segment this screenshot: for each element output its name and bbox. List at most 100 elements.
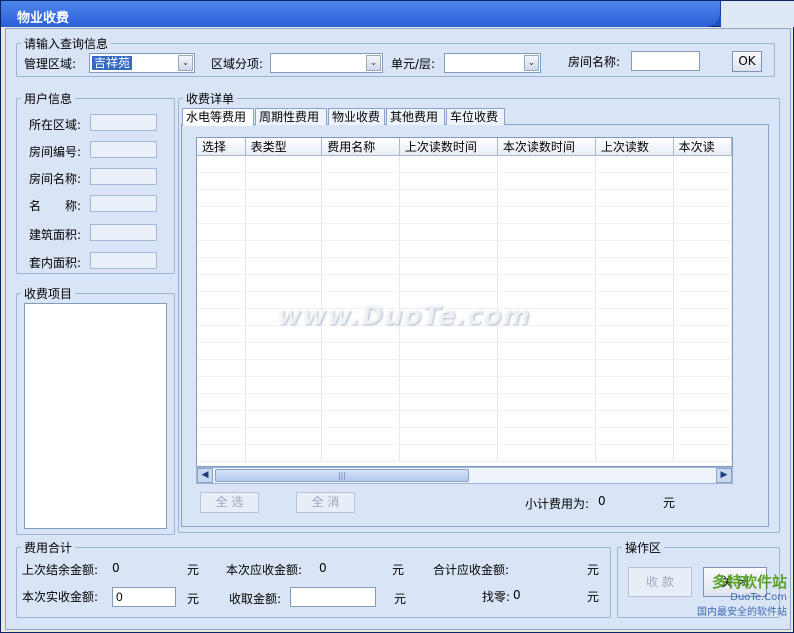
table-cell[interactable] — [245, 172, 323, 190]
chevron-down-icon[interactable]: ⌄ — [366, 55, 381, 71]
table-cell[interactable] — [595, 155, 674, 173]
unit-select[interactable]: ⌄ — [444, 53, 541, 73]
table-row[interactable] — [197, 172, 732, 190]
table-row[interactable] — [197, 240, 732, 258]
column-header[interactable]: 费用名称 — [321, 138, 400, 156]
table-cell[interactable] — [595, 376, 674, 394]
table-cell[interactable] — [497, 274, 596, 292]
table-cell[interactable] — [321, 223, 400, 241]
tab-property[interactable]: 物业收费 — [328, 108, 385, 125]
table-cell[interactable] — [595, 274, 674, 292]
table-row[interactable] — [197, 206, 732, 224]
table-cell[interactable] — [245, 257, 323, 275]
table-cell[interactable] — [321, 257, 400, 275]
table-cell[interactable] — [321, 376, 400, 394]
table-cell[interactable] — [197, 444, 246, 462]
table-cell[interactable] — [197, 342, 246, 360]
table-cell[interactable] — [245, 206, 323, 224]
table-cell[interactable] — [595, 393, 674, 411]
table-cell[interactable] — [197, 359, 246, 377]
table-cell[interactable] — [399, 342, 498, 360]
table-cell[interactable] — [399, 274, 498, 292]
horizontal-scrollbar[interactable]: ◀ ||| ▶ — [196, 467, 733, 484]
table-row[interactable] — [197, 444, 732, 462]
table-cell[interactable] — [399, 393, 498, 411]
table-row[interactable] — [197, 427, 732, 445]
table-cell[interactable] — [673, 359, 732, 377]
table-cell[interactable] — [321, 189, 400, 207]
column-header[interactable]: 本次读数时间 — [497, 138, 596, 156]
table-cell[interactable] — [197, 291, 246, 309]
select-all-button[interactable]: 全 选 — [200, 492, 259, 513]
table-cell[interactable] — [595, 410, 674, 428]
table-cell[interactable] — [321, 172, 400, 190]
ok-button[interactable]: OK — [732, 51, 762, 72]
table-cell[interactable] — [673, 444, 732, 462]
table-cell[interactable] — [399, 444, 498, 462]
table-cell[interactable] — [497, 206, 596, 224]
table-cell[interactable] — [595, 172, 674, 190]
table-row[interactable] — [197, 359, 732, 377]
table-cell[interactable] — [497, 172, 596, 190]
table-cell[interactable] — [321, 410, 400, 428]
scroll-right-icon[interactable]: ▶ — [716, 468, 732, 483]
table-row[interactable] — [197, 376, 732, 394]
table-cell[interactable] — [595, 325, 674, 343]
table-cell[interactable] — [197, 427, 246, 445]
subarea-select[interactable]: ⌄ — [270, 53, 383, 73]
paid-input[interactable] — [112, 587, 176, 607]
table-row[interactable] — [197, 223, 732, 241]
table-cell[interactable] — [673, 342, 732, 360]
table-cell[interactable] — [497, 257, 596, 275]
table-cell[interactable] — [673, 240, 732, 258]
table-cell[interactable] — [245, 189, 323, 207]
table-cell[interactable] — [197, 223, 246, 241]
table-cell[interactable] — [321, 206, 400, 224]
table-cell[interactable] — [197, 206, 246, 224]
table-cell[interactable] — [399, 427, 498, 445]
tab-parking[interactable]: 车位收费 — [446, 108, 505, 125]
table-cell[interactable] — [197, 274, 246, 292]
table-cell[interactable] — [673, 172, 732, 190]
table-cell[interactable] — [399, 223, 498, 241]
table-cell[interactable] — [399, 410, 498, 428]
table-cell[interactable] — [245, 393, 323, 411]
table-cell[interactable] — [497, 427, 596, 445]
table-cell[interactable] — [595, 257, 674, 275]
table-cell[interactable] — [673, 189, 732, 207]
table-cell[interactable] — [673, 223, 732, 241]
table-cell[interactable] — [595, 223, 674, 241]
tab-utilities[interactable]: 水电等费用 — [182, 108, 254, 126]
table-cell[interactable] — [673, 376, 732, 394]
table-row[interactable] — [197, 155, 732, 173]
table-cell[interactable] — [497, 359, 596, 377]
table-cell[interactable] — [197, 172, 246, 190]
table-row[interactable] — [197, 393, 732, 411]
table-cell[interactable] — [399, 189, 498, 207]
clear-all-button[interactable]: 全 消 — [296, 492, 355, 513]
table-cell[interactable] — [321, 393, 400, 411]
tab-periodic[interactable]: 周期性费用 — [255, 108, 327, 125]
table-cell[interactable] — [595, 240, 674, 258]
collect-button[interactable]: 收 款 — [628, 567, 692, 597]
table-cell[interactable] — [399, 172, 498, 190]
table-row[interactable] — [197, 274, 732, 292]
table-cell[interactable] — [245, 376, 323, 394]
column-header[interactable]: 选择 — [197, 138, 246, 156]
tab-other[interactable]: 其他费用 — [386, 108, 445, 125]
table-cell[interactable] — [497, 223, 596, 241]
table-cell[interactable] — [673, 427, 732, 445]
table-cell[interactable] — [399, 206, 498, 224]
table-row[interactable] — [197, 410, 732, 428]
table-cell[interactable] — [399, 359, 498, 377]
table-cell[interactable] — [197, 308, 246, 326]
table-cell[interactable] — [321, 427, 400, 445]
table-cell[interactable] — [673, 206, 732, 224]
column-header[interactable]: 本次读 — [673, 138, 732, 156]
table-cell[interactable] — [245, 444, 323, 462]
table-cell[interactable] — [497, 342, 596, 360]
table-cell[interactable] — [497, 444, 596, 462]
table-cell[interactable] — [399, 257, 498, 275]
table-cell[interactable] — [197, 189, 246, 207]
table-cell[interactable] — [197, 376, 246, 394]
